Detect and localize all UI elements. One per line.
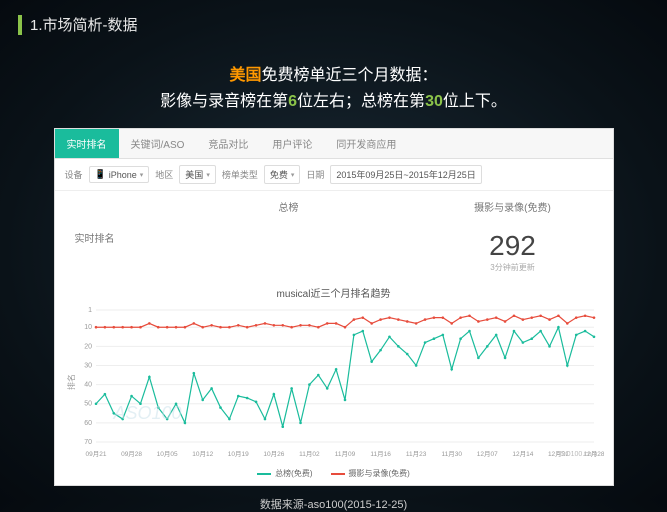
filter-region[interactable]: 美国 ▾	[179, 165, 216, 184]
filter-type-label: 榜单类型	[222, 168, 258, 181]
svg-text:40: 40	[84, 382, 92, 389]
data-source: 数据来源-aso100(2015-12-25)	[0, 496, 667, 512]
svg-text:30: 30	[84, 363, 92, 370]
filter-type[interactable]: 免费 ▾	[264, 165, 301, 184]
svg-text:09月21: 09月21	[85, 450, 106, 458]
svg-text:60: 60	[84, 420, 92, 427]
headline-country: 美国	[229, 67, 261, 84]
filter-date[interactable]: 2015年09月25日~2015年12月25日	[330, 165, 481, 184]
svg-text:10: 10	[84, 324, 92, 331]
svg-text:11月30: 11月30	[441, 450, 462, 458]
svg-text:10月26: 10月26	[263, 450, 284, 458]
svg-text:排名: 排名	[66, 374, 76, 390]
title-accent	[18, 15, 22, 35]
headline-rank-1: 6	[288, 93, 297, 110]
summary-row-label: 实时排名	[75, 230, 145, 273]
summary-rank: 292	[433, 230, 593, 262]
filter-device-label: 设备	[65, 168, 83, 181]
tab-1[interactable]: 关键词/ASO	[119, 129, 197, 158]
filter-device[interactable]: 📱 iPhone ▾	[89, 166, 150, 183]
chevron-down-icon: ▾	[206, 171, 210, 179]
svg-text:11月16: 11月16	[370, 450, 391, 458]
legend-item-category: 摄影与录像(免费)	[331, 468, 410, 479]
svg-text:1: 1	[88, 307, 92, 314]
data-panel: 实时排名关键词/ASO竞品对比用户评论同开发商应用 设备 📱 iPhone ▾ …	[54, 128, 614, 486]
summary-col-overall: 总榜	[145, 199, 433, 214]
filter-date-label: 日期	[306, 168, 324, 181]
headline: 美国免费榜单近三个月数据： 影像与录音榜在第6位左右；总榜在第30位上下。	[0, 63, 667, 114]
chevron-down-icon: ▾	[140, 171, 144, 179]
tab-4[interactable]: 同开发商应用	[324, 129, 408, 158]
filter-region-label: 地区	[155, 168, 173, 181]
svg-text:12月07: 12月07	[476, 450, 497, 458]
summary-updated: 3分钟前更新	[433, 262, 593, 273]
svg-text:09月28: 09月28	[121, 450, 142, 458]
legend: 总榜(免费) 摄影与录像(免费)	[55, 466, 613, 485]
summary-header: 总榜 摄影与录像(免费)	[55, 191, 613, 222]
tab-3[interactable]: 用户评论	[260, 129, 324, 158]
tab-2[interactable]: 竞品对比	[196, 129, 260, 158]
svg-text:50: 50	[84, 401, 92, 408]
tab-0[interactable]: 实时排名	[55, 129, 119, 158]
svg-text:10月12: 10月12	[192, 450, 213, 458]
corner-credit: ASO100.com	[556, 451, 598, 458]
svg-text:20: 20	[84, 344, 92, 351]
summary-col-category: 摄影与录像(免费)	[433, 199, 593, 214]
page-title: 1.市场简析-数据	[30, 14, 138, 35]
filter-bar: 设备 📱 iPhone ▾ 地区 美国 ▾ 榜单类型 免费 ▾ 日期 2015年…	[55, 159, 613, 191]
summary-values: 实时排名 292 3分钟前更新	[55, 222, 613, 281]
line-chart-svg: 1 10 20 30 40 50 60 70 排名 09月21 09月28 10月05 10月12 10月…	[64, 302, 604, 462]
legend-item-overall: 总榜(免费)	[257, 468, 312, 479]
tabs: 实时排名关键词/ASO竞品对比用户评论同开发商应用	[55, 129, 613, 159]
svg-text:11月23: 11月23	[405, 450, 426, 458]
svg-text:10月05: 10月05	[156, 450, 177, 458]
headline-rank-2: 30	[425, 93, 443, 110]
svg-text:70: 70	[84, 439, 92, 446]
svg-text:10月19: 10月19	[227, 450, 248, 458]
chart: 1 10 20 30 40 50 60 70 排名 09月21 09月28 10月05 10月12 10月…	[64, 302, 604, 462]
chart-title: musical近三个月排名趋势	[55, 285, 613, 300]
svg-text:12月14: 12月14	[512, 450, 533, 458]
svg-text:11月02: 11月02	[299, 450, 320, 458]
chevron-down-icon: ▾	[291, 171, 295, 179]
svg-text:11月09: 11月09	[334, 450, 355, 458]
